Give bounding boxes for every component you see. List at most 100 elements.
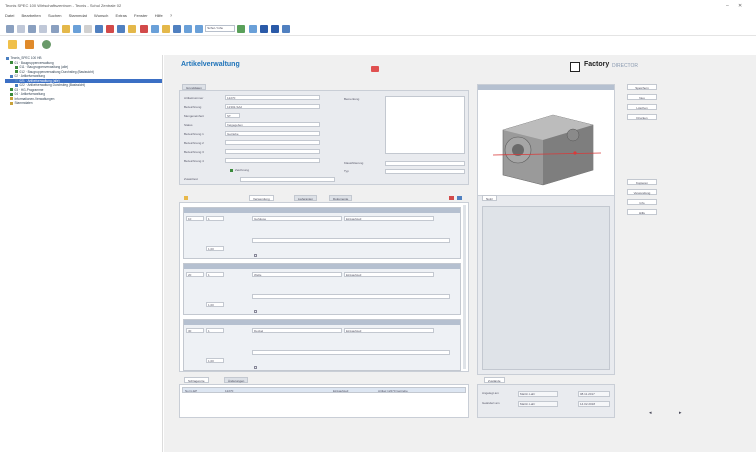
list-item[interactable]: 30 1 Deckel Einkaufsteil 1,00 xyxy=(183,319,461,371)
user-icon[interactable] xyxy=(259,25,268,33)
page-title: Artikelverwaltung xyxy=(181,61,240,68)
folder-icon[interactable] xyxy=(61,25,70,33)
rows-scrollbar[interactable] xyxy=(463,205,466,369)
row-cell[interactable]: Einkaufsteil xyxy=(344,216,434,221)
tab-notiz[interactable]: Notiz xyxy=(482,195,497,201)
class-field[interactable] xyxy=(385,161,465,166)
row-quantity[interactable]: 1,00 xyxy=(206,302,224,307)
menu-item[interactable]: Datei xyxy=(5,13,14,18)
field-input[interactable] xyxy=(225,140,320,145)
login-icon[interactable] xyxy=(281,25,290,33)
open-icon[interactable] xyxy=(128,25,137,33)
side-button[interactable]: Löschen xyxy=(627,104,657,110)
find-icon[interactable] xyxy=(50,25,59,33)
tab-status[interactable]: Zustände xyxy=(484,377,505,383)
menu-item[interactable]: Suchen xyxy=(48,13,62,18)
tab-aenderungen[interactable]: Änderungen xyxy=(224,377,249,383)
row-quantity[interactable]: 1,00 xyxy=(206,358,224,363)
type-select[interactable] xyxy=(385,169,465,174)
row-cell[interactable]: 20 xyxy=(186,272,204,277)
row-cell[interactable]: 1 xyxy=(206,216,224,221)
side-button[interactable]: Neu xyxy=(627,94,657,100)
edit-icon[interactable] xyxy=(25,40,34,49)
field-input[interactable]: Getriebe xyxy=(225,131,320,136)
delete-icon[interactable] xyxy=(106,25,115,33)
row-cell[interactable]: Einkaufsteil xyxy=(344,328,434,333)
list-item[interactable]: 10 1 Gehäuse Einkaufsteil 1,00 xyxy=(183,207,461,259)
filter-icon[interactable] xyxy=(172,25,181,33)
view-icon[interactable] xyxy=(72,25,81,33)
close-icon[interactable]: ✕ xyxy=(738,3,742,9)
table-icon[interactable] xyxy=(195,25,204,33)
folder-tab-icon[interactable] xyxy=(184,196,188,200)
tab-schlagworte[interactable]: Schlagworte xyxy=(184,377,209,383)
row-cell[interactable]: 30 xyxy=(186,328,204,333)
list-icon[interactable] xyxy=(184,25,192,33)
settings-icon[interactable] xyxy=(42,40,51,49)
field-input[interactable] xyxy=(225,158,320,163)
forward-icon[interactable] xyxy=(17,25,26,33)
group-icon[interactable] xyxy=(270,25,279,33)
grid-icon[interactable] xyxy=(150,25,159,33)
next-icon[interactable]: ▸ xyxy=(679,410,682,416)
menu-item[interactable]: ? xyxy=(170,13,172,18)
view-combo[interactable]: Schul / Inhu xyxy=(205,25,236,32)
side-button[interactable]: Hilfe xyxy=(627,209,657,215)
side-button[interactable]: Speichern xyxy=(627,84,657,90)
minimize-icon[interactable]: – xyxy=(726,3,729,9)
new-folder-icon[interactable] xyxy=(8,40,17,49)
save-icon[interactable] xyxy=(95,25,103,33)
row-cell[interactable]: Welle xyxy=(252,272,342,277)
row-text-field[interactable] xyxy=(252,238,450,243)
field-input[interactable] xyxy=(225,149,320,154)
row-cell[interactable]: 1 xyxy=(206,272,224,277)
list-item[interactable]: 20 1 Welle Einkaufsteil 1,00 xyxy=(183,263,461,315)
row-quantity[interactable]: 1,00 xyxy=(206,246,224,251)
row-checkbox[interactable] xyxy=(254,254,257,257)
side-button[interactable]: Drucken xyxy=(627,114,657,120)
tab-verwendung[interactable]: Verwendung xyxy=(249,195,274,201)
tab-dokumente[interactable]: Dokumente xyxy=(329,195,353,201)
home-icon[interactable] xyxy=(28,25,37,33)
row-cell[interactable]: Einkaufsteil xyxy=(344,272,434,277)
back-icon[interactable] xyxy=(6,25,14,33)
field-input[interactable]: freigegeben xyxy=(225,122,320,127)
menu-item[interactable]: Hilfe xyxy=(155,13,163,18)
side-button[interactable]: Kopieren xyxy=(627,179,657,185)
notes-textarea[interactable] xyxy=(385,96,465,154)
row-cell[interactable]: 10 xyxy=(186,216,204,221)
row-checkbox[interactable] xyxy=(254,310,257,313)
row-checkbox[interactable] xyxy=(254,366,257,369)
zusatz-field[interactable] xyxy=(240,177,335,182)
notes-area[interactable] xyxy=(482,206,610,370)
field-input[interactable]: ST xyxy=(225,113,240,118)
add-icon[interactable] xyxy=(457,196,462,200)
row-cell[interactable]: Deckel xyxy=(252,328,342,333)
previous-icon[interactable]: ◂ xyxy=(649,410,652,416)
menu-item[interactable]: Stammdat xyxy=(69,13,87,18)
remove-icon[interactable] xyxy=(449,196,454,200)
menu-item[interactable]: Wunsch xyxy=(94,13,108,18)
field-input[interactable]: 12270 xyxy=(225,95,320,100)
refresh-icon[interactable] xyxy=(237,25,246,33)
side-button[interactable]: Verwendung xyxy=(627,189,657,195)
sync-icon[interactable] xyxy=(248,25,257,33)
row-cell[interactable]: Gehäuse xyxy=(252,216,342,221)
menu-item[interactable]: Extras xyxy=(116,13,127,18)
export-icon[interactable] xyxy=(161,25,170,33)
pdf-icon[interactable] xyxy=(139,25,148,33)
row-text-field[interactable] xyxy=(252,350,450,355)
field-input[interactable]: 12302-SA2 xyxy=(225,104,320,109)
menu-item[interactable]: Fenster xyxy=(134,13,148,18)
menu-item[interactable]: Bearbeiten xyxy=(21,13,40,18)
copy-icon[interactable] xyxy=(83,25,92,33)
search-icon[interactable] xyxy=(39,25,48,33)
tree-item[interactable]: Stammdaten xyxy=(5,101,162,106)
row-cell[interactable]: 1 xyxy=(206,328,224,333)
tab-lieferanten[interactable]: Lieferanten xyxy=(294,195,318,201)
zeichnung-checkbox[interactable] xyxy=(230,169,233,172)
print-icon[interactable] xyxy=(117,25,126,33)
row-text-field[interactable] xyxy=(252,294,450,299)
bottom-row[interactable]: Norm EP 12270 Einkaufsteil Artikel 12270… xyxy=(182,387,466,393)
side-button[interactable]: Info xyxy=(627,199,657,205)
